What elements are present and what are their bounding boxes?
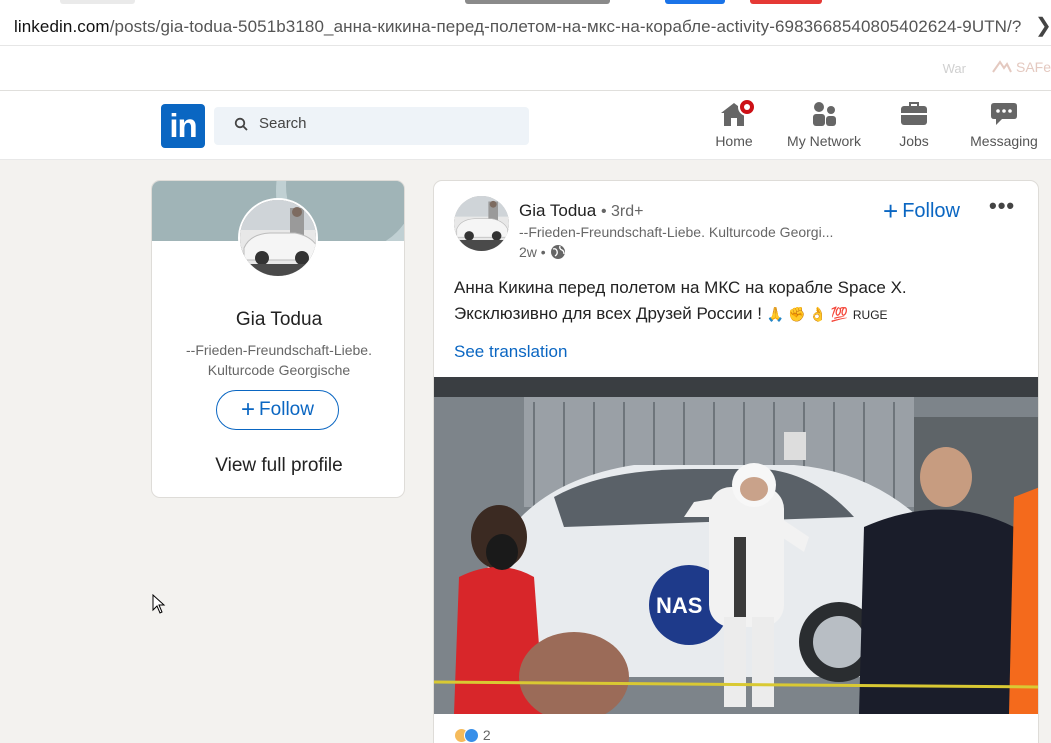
linkedin-global-nav: in Home My Network bbox=[0, 91, 1051, 160]
post-timestamp: 2w • bbox=[519, 244, 566, 260]
home-icon bbox=[720, 98, 756, 127]
feed-post: Gia Todua • 3rd+ --Frieden-Freundschaft-… bbox=[433, 180, 1039, 743]
notification-badge bbox=[738, 98, 756, 116]
people-icon bbox=[810, 101, 838, 127]
mouse-cursor-icon bbox=[152, 594, 166, 614]
nav-my-network-label: My Network bbox=[787, 133, 861, 149]
nav-my-network[interactable]: My Network bbox=[780, 101, 868, 149]
post-text-line2-main: Эксклюзивно для всех Друзей России ! bbox=[454, 304, 762, 323]
svg-text:NAS: NAS bbox=[656, 593, 702, 618]
view-full-profile-link[interactable]: View full profile bbox=[152, 455, 404, 477]
post-author-name[interactable]: Gia Todua • 3rd+ bbox=[519, 201, 643, 221]
search-box[interactable] bbox=[214, 107, 529, 145]
nav-jobs[interactable]: Jobs bbox=[894, 101, 934, 149]
plus-icon: + bbox=[883, 196, 899, 226]
plus-icon: + bbox=[241, 396, 256, 423]
post-text: Анна Кикина перед полетом на МКС на кора… bbox=[454, 275, 1014, 328]
see-translation-link[interactable]: See translation bbox=[454, 342, 567, 362]
post-author-headline: --Frieden-Freundschaft-Liebe. Kulturcode… bbox=[519, 224, 834, 240]
globe-icon bbox=[550, 245, 565, 259]
post-time-text: 2w • bbox=[519, 244, 546, 260]
nav-messaging-label: Messaging bbox=[970, 133, 1038, 149]
reaction-count: 2 bbox=[482, 727, 491, 743]
search-icon bbox=[234, 117, 248, 131]
nav-jobs-label: Jobs bbox=[899, 133, 929, 149]
post-emojis: 🙏 ✊ 👌 💯 bbox=[766, 306, 849, 322]
browser-tab-strip bbox=[60, 0, 135, 4]
profile-name[interactable]: Gia Todua bbox=[152, 309, 404, 331]
author-name-text: Gia Todua bbox=[519, 201, 597, 220]
post-text-line1: Анна Кикина перед полетом на МКС на кора… bbox=[454, 278, 907, 297]
scroll-right-icon[interactable]: ❯ bbox=[1035, 14, 1051, 38]
nav-home-label: Home bbox=[715, 133, 753, 149]
post-video-image[interactable]: NAS bbox=[434, 377, 1038, 714]
url-text[interactable]: linkedin.com/posts/gia-todua-5051b3180_а… bbox=[14, 17, 1024, 37]
post-follow-button[interactable]: + Follow bbox=[883, 196, 960, 227]
url-path: /posts/gia-todua-5051b3180_анна-кикина-п… bbox=[109, 17, 1022, 36]
safe-logo-icon bbox=[992, 60, 1012, 73]
bookmark-safe-label: SAFe bbox=[1015, 59, 1051, 75]
profile-follow-button[interactable]: + Follow bbox=[216, 390, 339, 430]
connection-degree: • 3rd+ bbox=[600, 203, 644, 220]
browser-tab-strip bbox=[465, 0, 610, 4]
bookmark-safe[interactable]: SAFe bbox=[992, 59, 1051, 75]
chat-bubble-icon bbox=[990, 101, 1018, 127]
profile-card: Gia Todua --Frieden-Freundschaft-Liebe. … bbox=[151, 180, 405, 498]
more-options-icon[interactable]: ••• bbox=[989, 193, 1015, 219]
linkedin-logo-icon[interactable]: in bbox=[161, 104, 205, 148]
post-text-tail: RUGE bbox=[852, 308, 888, 322]
profile-avatar[interactable] bbox=[238, 198, 318, 278]
post-follow-label: Follow bbox=[902, 200, 960, 222]
post-text-line2: Эксклюзивно для всех Друзей России ! 🙏 ✊… bbox=[454, 301, 1014, 328]
profile-headline: --Frieden-Freundschaft-Liebe. Kulturcode… bbox=[186, 342, 372, 378]
browser-tab-strip bbox=[750, 0, 822, 4]
browser-tab-strip bbox=[665, 0, 725, 4]
search-input[interactable] bbox=[259, 115, 509, 132]
reaction-summary[interactable]: 2 bbox=[454, 727, 491, 743]
nav-messaging[interactable]: Messaging bbox=[966, 101, 1042, 149]
browser-address-bar[interactable]: linkedin.com/posts/gia-todua-5051b3180_а… bbox=[0, 0, 1051, 46]
url-host: linkedin.com bbox=[14, 17, 110, 36]
like-reaction-icon bbox=[464, 728, 479, 743]
profile-follow-label: Follow bbox=[259, 399, 314, 420]
briefcase-icon bbox=[900, 101, 928, 127]
nav-home[interactable]: Home bbox=[710, 98, 758, 149]
post-author-avatar[interactable] bbox=[454, 196, 509, 251]
bookmark-war[interactable]: War bbox=[943, 61, 966, 76]
bookmarks-bar: War SAFe bbox=[0, 46, 1051, 91]
